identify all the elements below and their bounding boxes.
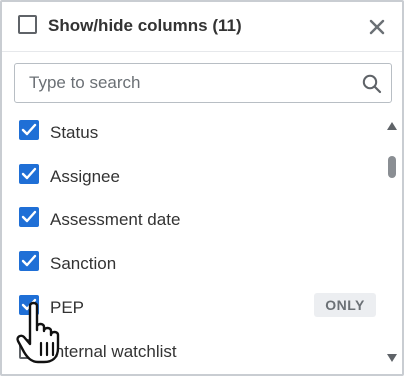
column-checkbox[interactable] [19, 207, 39, 227]
panel-header: Show/hide columns (11) [2, 2, 402, 52]
column-item-assignee[interactable]: Assignee [2, 156, 382, 196]
column-label: PEP [50, 298, 85, 317]
scrollbar-thumb[interactable] [388, 156, 396, 178]
checkmark-icon [21, 123, 37, 136]
checkmark-icon [21, 298, 37, 311]
scroll-up-arrow-icon[interactable] [387, 122, 397, 130]
scroll-down-arrow-icon[interactable] [387, 354, 397, 362]
column-label: Assignee [50, 167, 120, 186]
close-button[interactable] [366, 16, 388, 38]
column-label: Sanction [50, 254, 117, 273]
panel-title: Show/hide columns (11) [48, 16, 242, 35]
column-checkbox[interactable] [19, 164, 39, 184]
column-item-sanction[interactable]: Sanction [2, 243, 382, 283]
scrollbar[interactable] [382, 114, 402, 374]
column-label: Internal watchlist [50, 342, 177, 361]
select-all-checkbox[interactable] [18, 15, 37, 34]
checkmark-icon [21, 167, 37, 180]
column-checkbox[interactable] [19, 295, 39, 315]
column-checkbox[interactable] [19, 120, 39, 140]
column-item-status[interactable]: Status [2, 112, 382, 152]
close-icon [369, 19, 385, 35]
column-item-internal-watchlist[interactable]: Internal watchlist [2, 331, 382, 371]
column-checkbox[interactable] [19, 251, 39, 271]
column-item-assessment-date[interactable]: Assessment date [2, 199, 382, 239]
checkmark-icon [21, 210, 37, 223]
column-list: Status Assignee Assessment date Sanction… [2, 108, 382, 374]
column-label: Status [50, 123, 99, 142]
only-button[interactable]: ONLY [314, 293, 376, 317]
checkmark-icon [21, 254, 37, 267]
column-label: Assessment date [50, 210, 181, 229]
search-box [14, 63, 392, 103]
search-input[interactable] [29, 64, 349, 102]
column-checkbox[interactable] [19, 339, 39, 359]
column-item-pep[interactable]: PEP ONLY [2, 287, 382, 327]
search-icon[interactable] [361, 73, 383, 95]
show-hide-columns-panel: Show/hide columns (11) Status [0, 0, 404, 376]
